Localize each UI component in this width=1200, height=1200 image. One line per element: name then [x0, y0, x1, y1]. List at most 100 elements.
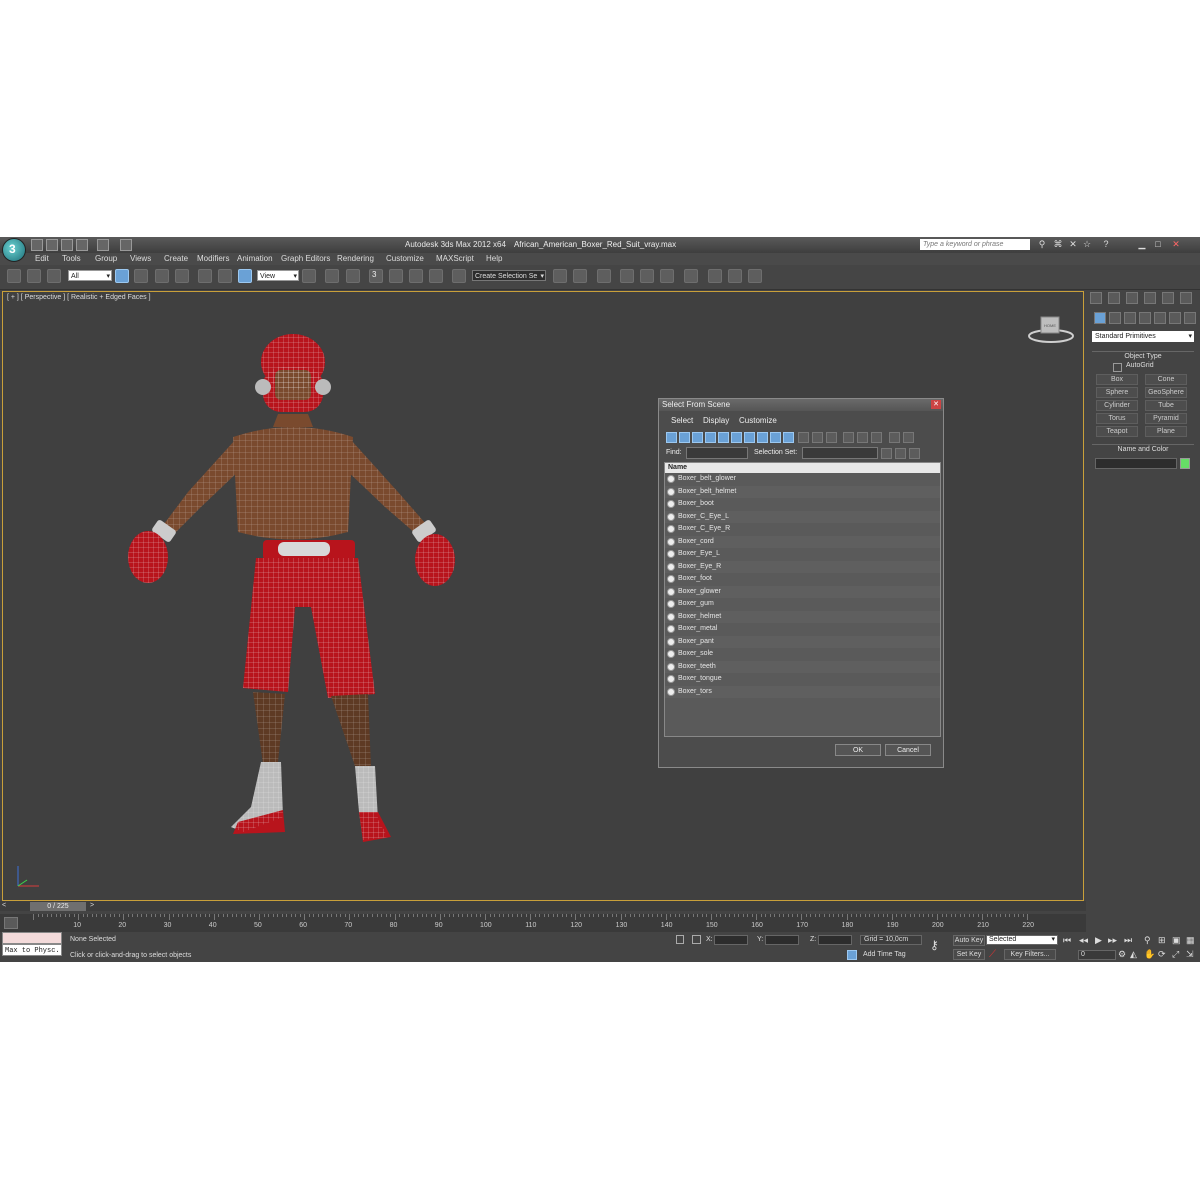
display-invert-icon[interactable]	[826, 432, 837, 443]
maximize-viewport-icon[interactable]: ⤢	[1172, 949, 1179, 960]
percent-snap-icon[interactable]	[409, 269, 423, 283]
keyboard-shortcut-icon[interactable]	[346, 269, 360, 283]
list-item[interactable]: Boxer_glower	[665, 585, 940, 598]
object-name-input[interactable]	[1095, 458, 1177, 469]
selection-set-dropdown[interactable]	[802, 447, 878, 459]
menu-create[interactable]: Create	[164, 254, 188, 263]
find-input[interactable]	[686, 447, 748, 459]
menu-tools[interactable]: Tools	[62, 254, 81, 263]
pyramid-button[interactable]: Pyramid	[1145, 413, 1187, 424]
y-coordinate-field[interactable]	[765, 935, 799, 945]
lock-selection-icon[interactable]	[676, 935, 684, 944]
schematic-view-icon[interactable]	[660, 269, 674, 283]
search-input[interactable]: Type a keyword or phrase	[920, 239, 1030, 250]
mirror-icon[interactable]	[553, 269, 567, 283]
render-setup-icon[interactable]	[708, 269, 722, 283]
menu-rendering[interactable]: Rendering	[337, 254, 374, 263]
list-item[interactable]: Boxer_foot	[665, 573, 940, 586]
zoom-extents-icon[interactable]: ▣	[1172, 935, 1181, 946]
maxscript-input[interactable]: Max to Physc.	[2, 944, 62, 956]
maxscript-listener[interactable]: Max to Physc.	[2, 932, 62, 956]
display-containers-icon[interactable]	[783, 432, 794, 443]
next-frame-icon[interactable]: ▸▸	[1108, 935, 1117, 946]
modify-tab-icon[interactable]	[1108, 292, 1120, 304]
space-warps-icon[interactable]	[1169, 312, 1181, 324]
orbit-icon[interactable]: ⟳	[1158, 949, 1166, 960]
set-key-button[interactable]: Set Key	[953, 949, 985, 960]
rotate-icon[interactable]	[218, 269, 232, 283]
display-shapes-icon[interactable]	[679, 432, 690, 443]
autogrid-checkbox[interactable]	[1113, 363, 1122, 372]
dialog-close-icon[interactable]: ✕	[931, 400, 941, 409]
z-coordinate-field[interactable]	[818, 935, 852, 945]
cylinder-button[interactable]: Cylinder	[1096, 400, 1138, 411]
project-folder-icon[interactable]	[120, 239, 132, 251]
select-link-icon[interactable]	[7, 269, 21, 283]
display-lights-icon[interactable]	[692, 432, 703, 443]
primitive-category-dropdown[interactable]: Standard Primitives	[1092, 331, 1194, 342]
save-file-icon[interactable]	[61, 239, 73, 251]
set-key-icon[interactable]: ⟋	[989, 949, 1001, 960]
current-frame-field[interactable]: 0	[1078, 950, 1116, 960]
list-item[interactable]: Boxer_helmet	[665, 610, 940, 623]
menu-maxscript[interactable]: MAXScript	[436, 254, 474, 263]
key-filters-button[interactable]: Key Filters...	[1004, 949, 1056, 960]
named-selection-dropdown[interactable]: Create Selection Se	[472, 270, 546, 282]
time-config-icon[interactable]: ⚙	[1118, 949, 1126, 960]
select-manipulate-icon[interactable]	[325, 269, 339, 283]
edit-named-selection-icon[interactable]	[452, 269, 466, 283]
menu-views[interactable]: Views	[130, 254, 151, 263]
hierarchy-tab-icon[interactable]	[1126, 292, 1138, 304]
list-item[interactable]: Boxer_gum	[665, 598, 940, 611]
align-icon[interactable]	[573, 269, 587, 283]
list-item[interactable]: Boxer_cord	[665, 535, 940, 548]
name-color-title[interactable]: Name and Color	[1092, 444, 1194, 455]
list-item[interactable]: Boxer_pant	[665, 635, 940, 648]
list-item[interactable]: Boxer_Eye_L	[665, 548, 940, 561]
list-item[interactable]: Boxer_teeth	[665, 660, 940, 673]
object-color-swatch[interactable]	[1180, 458, 1190, 469]
render-production-icon[interactable]	[748, 269, 762, 283]
sphere-button[interactable]: Sphere	[1096, 387, 1138, 398]
binoculars-icon[interactable]: ⚲	[1036, 239, 1048, 249]
display-geometry-icon[interactable]	[666, 432, 677, 443]
menu-group[interactable]: Group	[95, 254, 117, 263]
lights-icon[interactable]	[1124, 312, 1136, 324]
select-object-icon[interactable]	[115, 269, 129, 283]
close-icon[interactable]: ✕	[1170, 239, 1182, 249]
display-tab-icon[interactable]	[1162, 292, 1174, 304]
geometry-icon[interactable]	[1094, 312, 1106, 324]
helpers-icon[interactable]	[1154, 312, 1166, 324]
scale-icon[interactable]	[238, 269, 252, 283]
pan-icon[interactable]: ✋	[1144, 949, 1155, 960]
box-button[interactable]: Box	[1096, 374, 1138, 385]
utilities-tab-icon[interactable]	[1180, 292, 1192, 304]
list-item[interactable]: Boxer_tongue	[665, 673, 940, 686]
menu-animation[interactable]: Animation	[237, 254, 273, 263]
ok-button[interactable]: OK	[835, 744, 881, 756]
menu-edit[interactable]: Edit	[35, 254, 49, 263]
selection-filter-dropdown[interactable]: All	[68, 270, 112, 282]
subscription-icon[interactable]: ⌘	[1052, 239, 1064, 249]
redo-icon[interactable]	[97, 239, 109, 251]
list-item[interactable]: Boxer_metal	[665, 623, 940, 636]
dialog-menu-select[interactable]: Select	[671, 416, 693, 425]
object-list[interactable]: Name Boxer_belt_glower Boxer_belt_helmet B…	[664, 462, 941, 737]
go-to-end-icon[interactable]: ⏭	[1124, 935, 1132, 946]
absolute-mode-icon[interactable]	[692, 935, 701, 944]
edit-set-icon[interactable]	[895, 448, 906, 459]
list-item[interactable]: Boxer_tors	[665, 685, 940, 698]
ref-coord-dropdown[interactable]: View	[257, 270, 299, 282]
menu-help[interactable]: Help	[486, 254, 502, 263]
zoom-icon[interactable]: ⚲	[1144, 935, 1151, 946]
display-helpers-icon[interactable]	[718, 432, 729, 443]
field-of-view-icon[interactable]: ◭	[1130, 949, 1137, 960]
open-file-icon[interactable]	[46, 239, 58, 251]
maxscript-output[interactable]	[2, 932, 62, 944]
object-type-title[interactable]: Object Type	[1092, 351, 1194, 362]
delete-set-icon[interactable]	[909, 448, 920, 459]
zoom-extents-all-icon[interactable]: ▦	[1186, 935, 1195, 946]
add-time-tag[interactable]: Add Time Tag	[863, 951, 906, 958]
display-groups-icon[interactable]	[744, 432, 755, 443]
new-file-icon[interactable]	[31, 239, 43, 251]
